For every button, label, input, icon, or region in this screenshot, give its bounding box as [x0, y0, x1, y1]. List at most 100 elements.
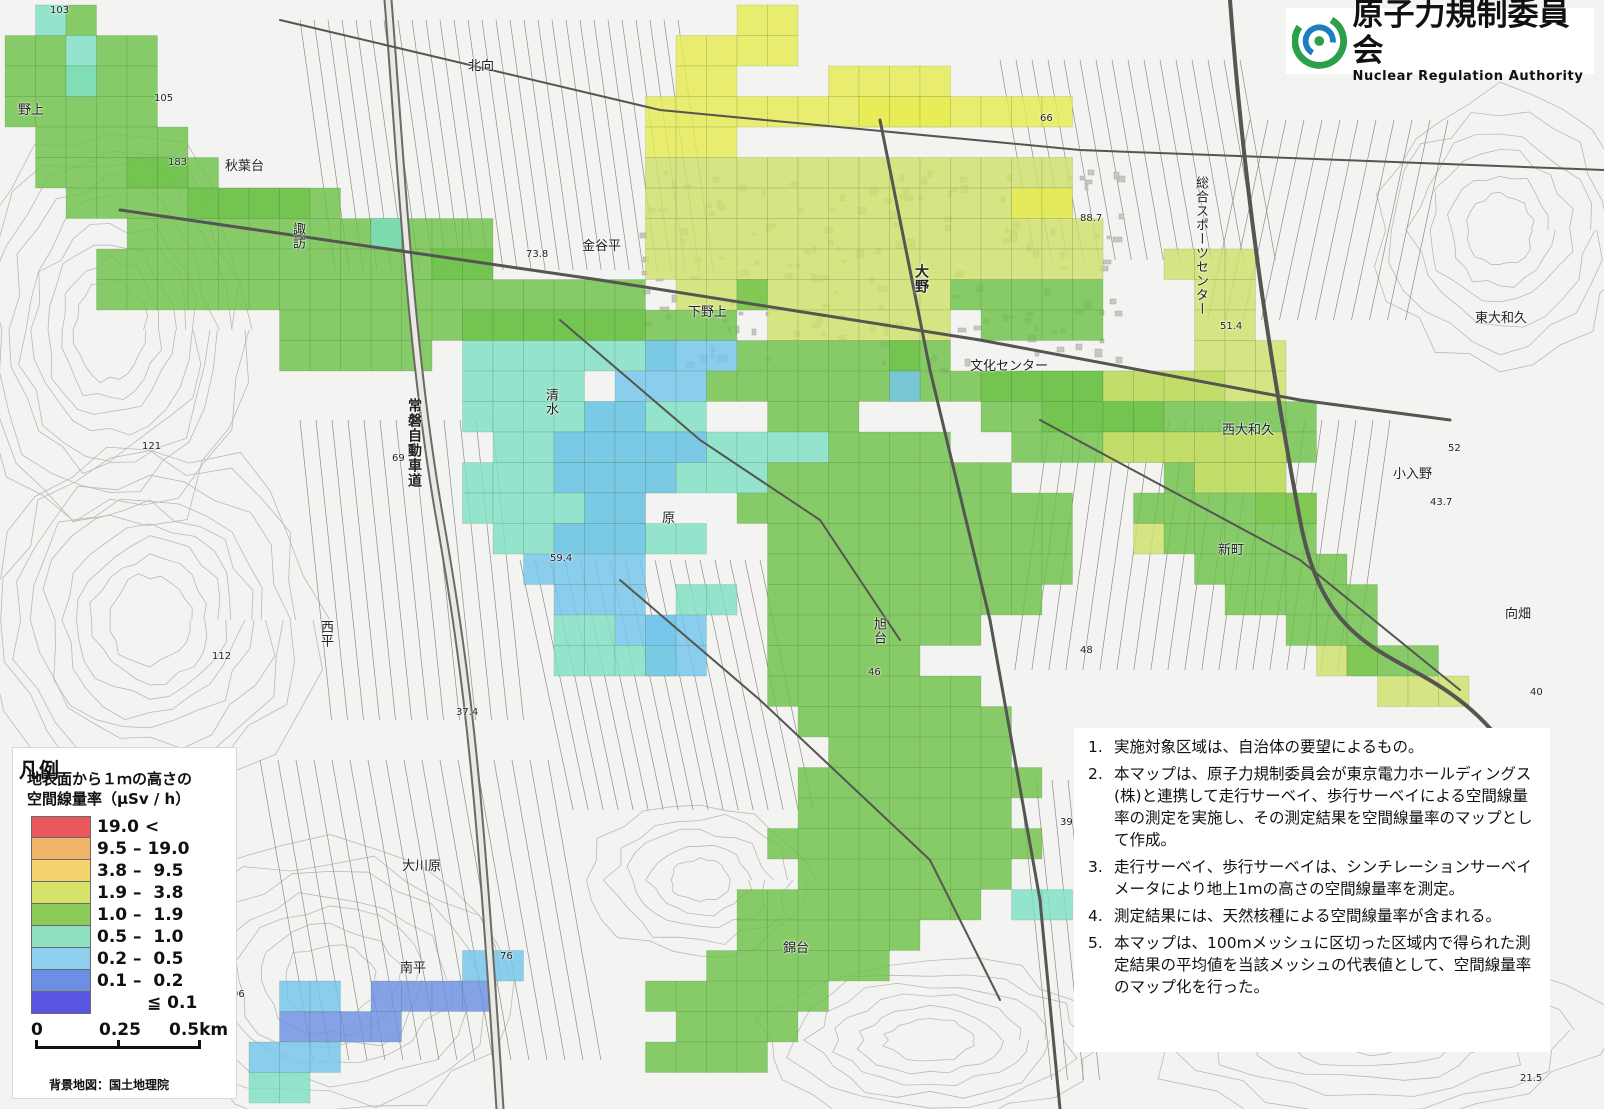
nra-logo-panel: 原子力規制委員会 Nuclear Regulation Authority	[1286, 0, 1594, 84]
spot-height-label: 183	[168, 157, 188, 168]
place-asahidai: 旭台	[871, 617, 886, 645]
note-number: 4.	[1088, 907, 1103, 925]
nra-name-ja: 原子力規制委員会	[1352, 0, 1570, 69]
legend-label: ≦ 0.1	[147, 993, 198, 1013]
legend-swatch-list: 19.0 <9.5 – 19.0 3.8 – 9.5 1.9 – 3.8 1.0 – …	[31, 816, 197, 1014]
note-text: 実施対象区域は、自治体の要望によるもの。	[1114, 738, 1424, 756]
legend-item: 9.5 – 19.0	[31, 838, 197, 860]
spot-height-label: 52	[1448, 443, 1461, 454]
legend-description-line2: 空間線量率（μSv / h）	[27, 790, 191, 808]
scale-bar: 0 0.25 0.5km	[27, 1020, 229, 1060]
legend-item: 0.2 – 0.5	[31, 948, 197, 970]
national-route-line	[118, 208, 1452, 422]
spot-height-label: 51.4	[1220, 321, 1243, 332]
place-kitamuki: 北向	[468, 59, 495, 74]
legend-label: 0.5 – 1.0	[97, 927, 184, 947]
spot-height-label: 88.7	[1080, 213, 1103, 224]
place-shimonogami: 下野上	[688, 305, 728, 320]
note-text: 本マップは、原子力規制委員会が東京電力ホールディングス(株)と連携して走行サーベ…	[1114, 765, 1533, 849]
legend-label: 3.8 – 9.5	[97, 861, 184, 881]
place-shimizu: 清水	[543, 388, 558, 416]
place-ono: 大野	[913, 264, 929, 294]
place-sogo-sports-center: 総合スポーツセンター	[1193, 176, 1208, 316]
place-ookawara: 大川原	[402, 859, 442, 874]
place-nishikidai: 錦台	[783, 941, 810, 956]
spot-height-label: 46	[868, 667, 881, 678]
spot-height-label: 43.7	[1430, 497, 1453, 508]
legend-item: 3.8 – 9.5	[31, 860, 197, 882]
spot-height-label: 21.5	[1520, 1073, 1543, 1084]
legend-label: 1.9 – 3.8	[97, 883, 184, 903]
note-item: 1. 実施対象区域は、自治体の要望によるもの。	[1088, 736, 1540, 758]
note-number: 2.	[1088, 765, 1103, 783]
scale-label-mid: 0.25	[99, 1020, 141, 1040]
legend-description-line1: 地表面から１ｍの高さの	[27, 770, 193, 788]
legend-label: 9.5 – 19.0	[97, 839, 190, 859]
spot-height-label: 112	[212, 651, 232, 662]
legend-swatch	[31, 948, 91, 970]
place-koirino: 小入野	[1393, 467, 1433, 482]
scale-label-0: 0	[31, 1020, 43, 1040]
place-shinmachi: 新町	[1218, 543, 1245, 558]
note-text: 本マップは、100mメッシュに区切った区域内で得られた測定結果の平均値を当該メッ…	[1114, 934, 1532, 996]
legend-item: 1.9 – 3.8	[31, 882, 197, 904]
legend-item: ≦ 0.1	[31, 992, 197, 1014]
place-nomigami: 野上	[18, 103, 45, 118]
spot-height-label: 59.4	[550, 553, 573, 564]
legend-swatch	[31, 904, 91, 926]
railway-line	[1228, 0, 1502, 742]
place-bunka-center: 文化センター	[970, 359, 1049, 374]
legend-swatch	[31, 970, 91, 992]
spot-height-label: 121	[142, 441, 162, 452]
scale-tick-mid	[117, 1040, 120, 1049]
note-number: 3.	[1088, 858, 1103, 876]
spot-height-label: 40	[1530, 687, 1543, 698]
place-minamidaira: 南平	[400, 961, 427, 976]
place-joban-expressway: 常磐自動車道	[406, 398, 422, 488]
spot-height-label: 48	[1080, 645, 1093, 656]
legend-label: 19.0 <	[97, 817, 160, 837]
spot-height-label: 73.8	[526, 249, 549, 260]
legend-swatch	[31, 860, 91, 882]
legend-swatch	[31, 992, 91, 1014]
legend-label: 0.2 – 0.5	[97, 949, 184, 969]
note-item: 2. 本マップは、原子力規制委員会が東京電力ホールディングス(株)と連携して走行サ…	[1088, 763, 1540, 851]
spot-height-label: 105	[154, 93, 174, 104]
dose-rate-map: 野上 北向 秋葉台 諏訪 金谷平 下野上 大野 総合スポーツセンター 東大和久 …	[0, 0, 1604, 1109]
place-higashi-owaku: 東大和久	[1475, 311, 1528, 326]
legend-panel: 凡例 地表面から１ｍの高さの 空間線量率（μSv / h） 19.0 <9.5 …	[12, 747, 237, 1099]
spot-height-label: 39	[1060, 817, 1073, 828]
place-hara: 原	[662, 511, 676, 526]
legend-item: 0.1 – 0.2	[31, 970, 197, 992]
place-nishi-owaku: 西大和久	[1222, 423, 1275, 438]
legend-swatch	[31, 882, 91, 904]
place-kanayadaira: 金谷平	[582, 239, 622, 254]
note-number: 5.	[1088, 934, 1103, 952]
nra-name-en: Nuclear Regulation Authority	[1352, 69, 1584, 84]
spot-height-label: 66	[1040, 113, 1053, 124]
place-nishidaira: 西平	[318, 620, 333, 648]
scale-tick-start	[35, 1040, 38, 1049]
note-number: 1.	[1088, 738, 1103, 756]
scale-label-end: 0.5km	[169, 1020, 229, 1040]
legend-item: 19.0 <	[31, 816, 197, 838]
note-item: 5. 本マップは、100mメッシュに区切った区域内で得られた測定結果の平均値を当該…	[1088, 932, 1540, 998]
note-text: 走行サーベイ、歩行サーベイは、シンチレーションサーベイメータにより地上1mの高さ…	[1114, 858, 1532, 898]
spot-height-label: 76	[500, 951, 513, 962]
legend-label: 0.1 – 0.2	[97, 971, 184, 991]
spot-height-label: 69	[392, 453, 405, 464]
legend-label: 1.0 – 1.9	[97, 905, 184, 925]
nra-swirl-logo-icon	[1292, 13, 1347, 69]
place-akibadai: 秋葉台	[225, 159, 265, 174]
legend-item: 0.5 – 1.0	[31, 926, 197, 948]
scale-tick-end	[198, 1040, 201, 1049]
spot-height-label: 37.4	[456, 707, 479, 718]
notes-panel: 1. 実施対象区域は、自治体の要望によるもの。 2. 本マップは、原子力規制委員会が東…	[1074, 728, 1550, 1052]
place-suwa: 諏訪	[290, 222, 305, 250]
note-text: 測定結果には、天然核種による空間線量率が含まれる。	[1114, 907, 1502, 925]
legend-swatch	[31, 816, 91, 838]
note-item: 4. 測定結果には、天然核種による空間線量率が含まれる。	[1088, 905, 1540, 927]
legend-swatch	[31, 926, 91, 948]
spot-height-label: 103	[50, 5, 70, 16]
legend-swatch	[31, 838, 91, 860]
